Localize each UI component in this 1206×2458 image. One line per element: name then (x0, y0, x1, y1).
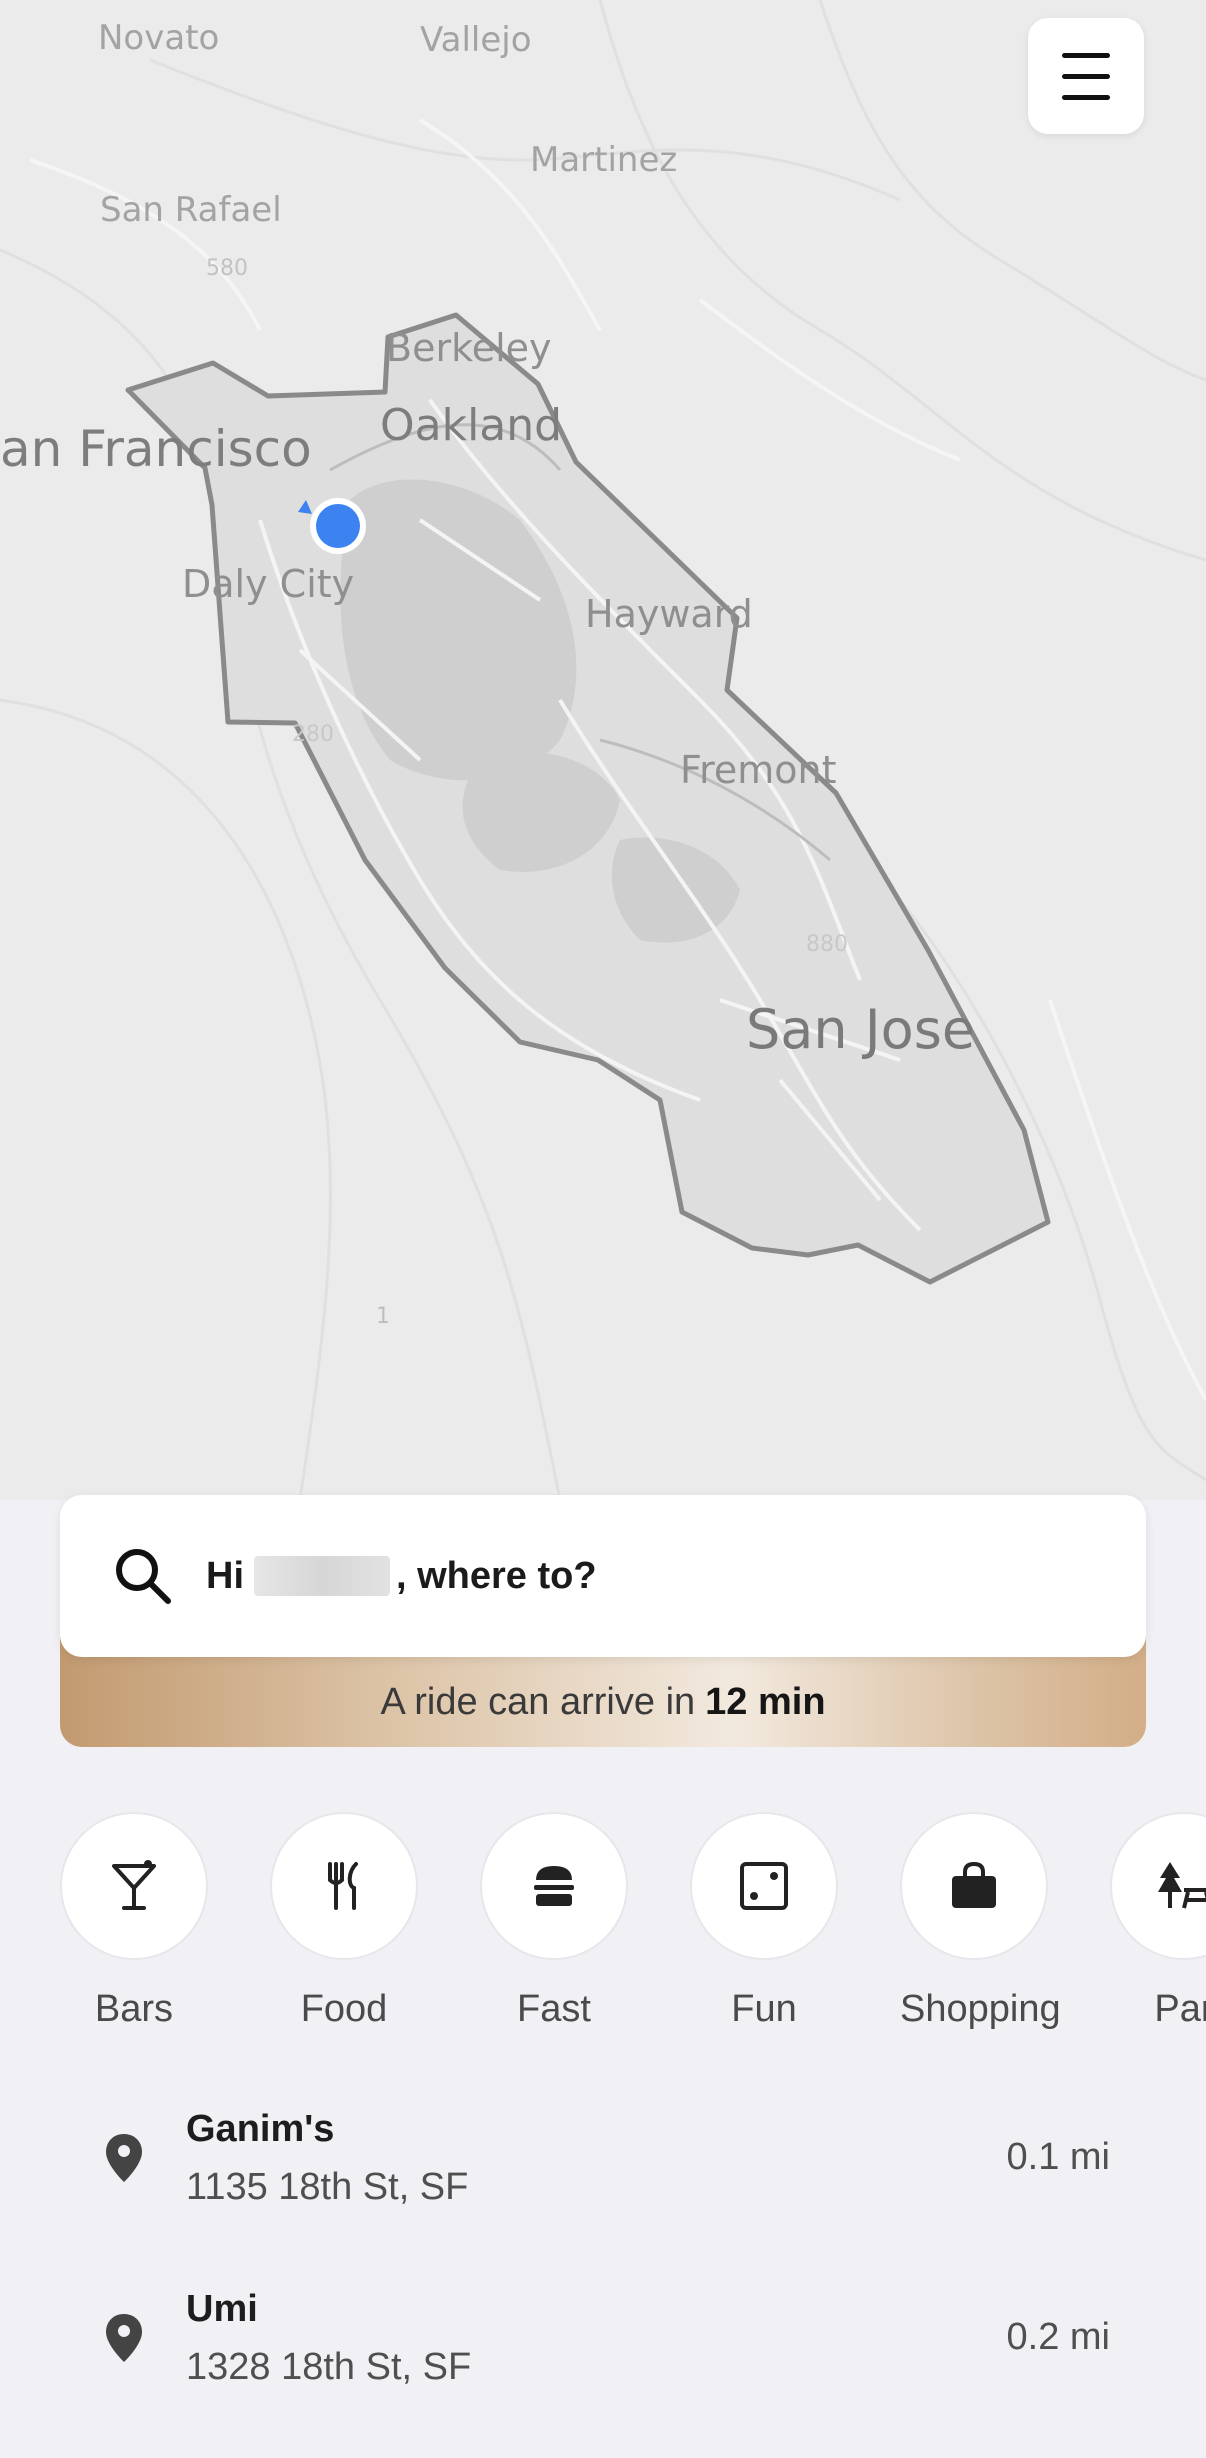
eta-text: A ride can arrive in (380, 1680, 696, 1723)
category-label: Fast (517, 1988, 591, 2030)
dice-icon (740, 1862, 788, 1910)
location-pin-icon (106, 2134, 142, 2182)
greeting-suffix: , where to? (396, 1554, 597, 1597)
category-fun[interactable]: Fun (690, 1812, 838, 2031)
map-label-fremont: Fremont (680, 748, 837, 792)
map-label-vallejo: Vallejo (420, 20, 532, 60)
place-name: Umi (186, 2288, 258, 2330)
map-label-hw-880: 880 (806, 932, 848, 957)
category-label: Bars (94, 1988, 174, 2030)
redacted-user-name (254, 1556, 390, 1596)
place-distance: 0.1 mi (1006, 2136, 1110, 2178)
search-icon (116, 1549, 171, 1604)
category-label: Fun (731, 1988, 797, 2030)
category-fast[interactable]: Fast (480, 1812, 628, 2031)
hamburger-menu-icon (1062, 45, 1110, 108)
nearby-places-list: Ganim's 1135 18th St, SF 0.1 mi Umi 1328… (0, 2090, 1206, 2450)
place-name: Ganim's (186, 2108, 335, 2150)
map-label-martinez: Martinez (530, 140, 678, 180)
map-label-hayward: Hayward (585, 592, 753, 636)
map-label-san-francisco: an Francisco (0, 420, 312, 478)
list-item[interactable]: Umi 1328 18th St, SF 0.2 mi (0, 2270, 1206, 2450)
category-label: Shopping (900, 1988, 1061, 2030)
list-item[interactable]: Ganim's 1135 18th St, SF 0.1 mi (0, 2090, 1206, 2270)
cocktail-icon (112, 1860, 156, 1910)
category-label: Par (1154, 1988, 1206, 2030)
place-address: 1328 18th St, SF (186, 2346, 472, 2388)
current-location-dot (316, 504, 360, 548)
map-label-hw-1: 1 (376, 1304, 390, 1329)
category-bars[interactable]: Bars (60, 1812, 208, 2031)
map-label-san-rafael: San Rafael (100, 190, 282, 230)
menu-button[interactable] (1028, 18, 1144, 134)
map-label-oakland: Oakland (380, 400, 563, 451)
map-label-novato: Novato (98, 18, 220, 58)
map-view[interactable]: Novato Vallejo Martinez San Rafael Berke… (0, 0, 1206, 1500)
map-label-hw-280: 280 (292, 722, 334, 747)
category-food[interactable]: Food (270, 1812, 418, 2031)
category-shopping[interactable]: Shopping (900, 1812, 1061, 2031)
eta-time: 12 min (705, 1680, 826, 1723)
location-pin-icon (106, 2314, 142, 2362)
search-greeting: Hi , where to? (206, 1555, 597, 1598)
place-distance: 0.2 mi (1006, 2316, 1110, 2358)
map-label-san-jose: San Jose (746, 998, 976, 1061)
burger-icon (534, 1866, 574, 1906)
map-label-berkeley: Berkeley (386, 326, 552, 370)
category-row[interactable]: Bars Food Fast Fun Shopping Pa (60, 1812, 1206, 2042)
map-label-hw-580: 580 (206, 256, 248, 281)
shopping-bag-icon (952, 1861, 996, 1908)
fork-knife-icon (328, 1862, 358, 1910)
map-label-daly-city: Daly City (182, 562, 355, 606)
park-icon (1158, 1862, 1206, 1909)
destination-search-card: Hi , where to? A ride can arrive in 12 m… (60, 1495, 1146, 1747)
place-address: 1135 18th St, SF (186, 2166, 469, 2208)
category-label: Food (300, 1988, 388, 2030)
greeting-prefix: Hi (206, 1554, 244, 1597)
destination-search-input[interactable]: Hi , where to? (60, 1495, 1146, 1657)
category-parks[interactable]: Par (1110, 1812, 1206, 2031)
